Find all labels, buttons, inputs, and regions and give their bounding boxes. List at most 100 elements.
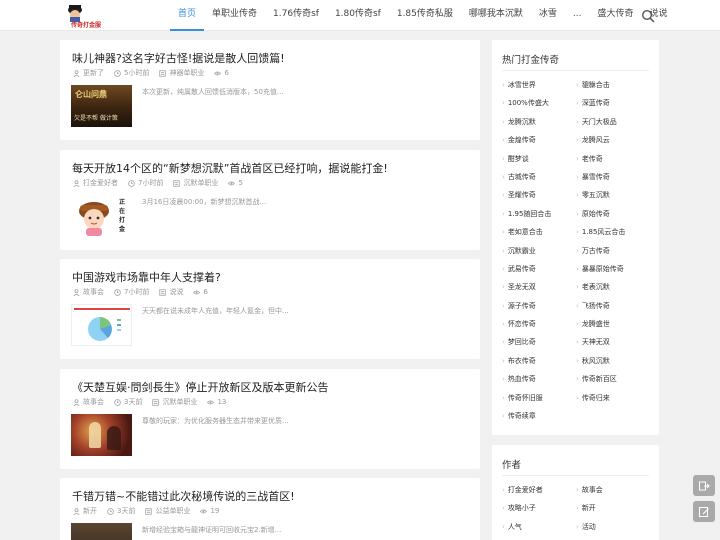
chevron-right-icon: › [576,81,579,89]
nav-item-shanda[interactable]: 盛大传奇 [590,0,642,31]
article-title[interactable]: 《天楚互娱·問剑長生》停止开放新区及版本更新公告 [72,379,329,395]
sidebar-link[interactable]: › 深蓝传奇 [576,94,650,112]
sidebar-link[interactable]: › 活动 [576,518,650,536]
article-time: 5小时前 [124,69,150,77]
nav-item-180[interactable]: 1.80传奇sf [327,0,389,31]
article-thumbnail[interactable] [71,523,132,540]
article-category[interactable]: 沉默单职业 [162,397,197,407]
article-title[interactable]: 每天开放14个区的“新梦想沉默”首战首区已经打响，据说能打金! [72,160,388,176]
sidebar-link[interactable]: › 传奇归来 [576,389,650,407]
sidebar-link[interactable]: › 老如意合击 [502,223,576,241]
article-thumbnail[interactable]: 正在打金 [71,195,132,237]
feedback-float-button[interactable] [693,501,715,522]
sidebar-link[interactable]: › 打金爱好者 [502,481,576,499]
nav-item-silent[interactable]: 哪哪我本沉默 [461,0,531,31]
article-author[interactable]: 新开 [83,506,97,516]
article-title[interactable]: 千错万错~不能错过此次秘境传说的三战首区! [72,488,295,504]
article-thumbnail[interactable]: 仑山问鼎 欠是不帮 做计策 [71,85,132,127]
nav-item-more[interactable]: ... [565,0,590,31]
article-excerpt: 本次更新，纯属散人回馈低消版本，50充值... [142,88,284,96]
site-logo[interactable]: 传奇打金服 [61,2,111,29]
article-author[interactable]: 故事会 [83,397,104,407]
sidebar-link[interactable]: › 人气 [502,518,576,536]
chevron-right-icon: › [502,154,505,163]
sidebar-link-label: 古城传奇 [507,172,536,181]
nav-item-185[interactable]: 1.85传奇私服 [389,0,461,31]
sidebar-link-label: 老表沉默 [581,283,610,292]
article-author[interactable]: 更新了 [83,68,104,78]
article-title[interactable]: 中国游戏市场靠中年人支撑着? [72,269,221,285]
sidebar-link[interactable]: › 暴雪传奇 [576,168,650,186]
sidebar-link[interactable]: › 龙腾盛世 [576,315,650,333]
sidebar-link-label: 人气 [507,522,522,531]
article-category[interactable]: 说说 [169,287,183,297]
nav-item-home[interactable]: 首页 [170,0,205,31]
sidebar-link[interactable]: › 古城传奇 [502,168,576,186]
article-thumbnail[interactable] [71,304,132,346]
sidebar-link[interactable]: › 天门大极品 [576,113,650,131]
share-float-button[interactable] [693,475,715,496]
chevron-right-icon: › [502,136,505,145]
sidebar-link[interactable]: › 貔貅合击 [576,76,650,94]
sidebar-link[interactable]: › 老表沉默 [576,278,650,296]
article-meta: 打金爱好者 7小时前 沉默单职业 5 [73,178,253,188]
article-views: 6 [224,69,229,77]
sidebar-link[interactable]: › 梦回比奇 [502,333,576,351]
sidebar-link[interactable]: › 暴暴原始传奇 [576,260,650,278]
sidebar-link[interactable]: › 热血传奇 [502,370,576,388]
article-category[interactable]: 神器单职业 [169,68,204,78]
sidebar-link[interactable]: › 酣梦谈 [502,150,576,168]
category-icon [159,69,167,77]
sidebar-link[interactable]: › 龙腾风云 [576,131,650,149]
article-category[interactable]: 公益单职业 [155,506,190,516]
sidebar-link[interactable]: › 飞扬传奇 [576,297,650,315]
sidebar-link[interactable]: › 100%传盛大 [502,94,576,112]
sidebar-link[interactable]: › 天神无双 [576,333,650,351]
sidebar-link[interactable]: › 冰雪世界 [502,76,576,94]
sidebar-link-label: 貔貅合击 [581,81,610,89]
sidebar-link[interactable]: › 原始传奇 [576,205,650,223]
sidebar-link[interactable]: › 传奇怀旧服 [502,389,576,407]
sidebar-link[interactable]: › 1.85风云合击 [576,223,650,241]
sidebar-link[interactable]: › 1.95随回合击 [502,205,576,223]
sidebar-link[interactable]: › 源子传奇 [502,297,576,315]
article-category[interactable]: 沉默单职业 [183,178,218,188]
sidebar-link[interactable]: › 龙腾沉默 [502,113,576,131]
article-thumbnail[interactable] [71,414,132,456]
sidebar-link[interactable]: › 新开 [576,499,650,517]
nav-item-single-class[interactable]: 单职业传奇 [204,0,265,31]
sidebar-link[interactable]: › 布衣传奇 [502,352,576,370]
nav-item-ice[interactable]: 冰雪 [531,0,565,31]
sidebar-link[interactable]: › 怀恋传奇 [502,315,576,333]
sidebar-link[interactable]: › 圣龙无双 [502,278,576,296]
sidebar-link-label: 龙腾沉默 [507,117,536,126]
chevron-right-icon: › [576,172,579,181]
sidebar-link-label: 金煌传奇 [507,136,536,145]
sidebar-link[interactable]: › 沉默霸业 [502,242,576,260]
nav-item-176[interactable]: 1.76传奇sf [265,0,327,31]
sidebar-link-label: 活动 [581,522,596,531]
widget-divider [502,475,649,476]
chevron-right-icon: › [502,283,505,292]
sidebar-link[interactable]: › 武易传奇 [502,260,576,278]
sidebar-link[interactable]: › 老传奇 [576,150,650,168]
sidebar-link-label: 梦回比奇 [507,338,536,347]
sidebar-link[interactable]: › 金煌传奇 [502,131,576,149]
sidebar-link[interactable]: › 秋风沉默 [576,352,650,370]
sidebar-link-label: 武易传奇 [507,264,536,273]
chevron-right-icon: › [576,356,579,365]
sidebar-link[interactable]: › 传奇新百区 [576,370,650,388]
sidebar-link[interactable]: › 故事会 [576,481,650,499]
sidebar-link[interactable]: › 传奇续章 [502,407,576,425]
article-author[interactable]: 故事会 [83,287,104,297]
sidebar-link[interactable]: › 万古传奇 [576,242,650,260]
article-author[interactable]: 打金爱好者 [83,178,118,188]
sidebar-link-label: 原始传奇 [581,209,610,218]
edit-icon [699,506,709,517]
sidebar-link-label: 天门大极品 [581,117,617,126]
article-title[interactable]: 味儿神器?这名字好古怪!据说是散人回馈篇! [72,50,285,66]
sidebar-link[interactable]: › 攻略小子 [502,499,576,517]
sidebar-link[interactable]: › 圣耀传奇 [502,186,576,204]
sidebar-link[interactable]: › 零五沉默 [576,186,650,204]
search-button[interactable] [641,8,655,23]
